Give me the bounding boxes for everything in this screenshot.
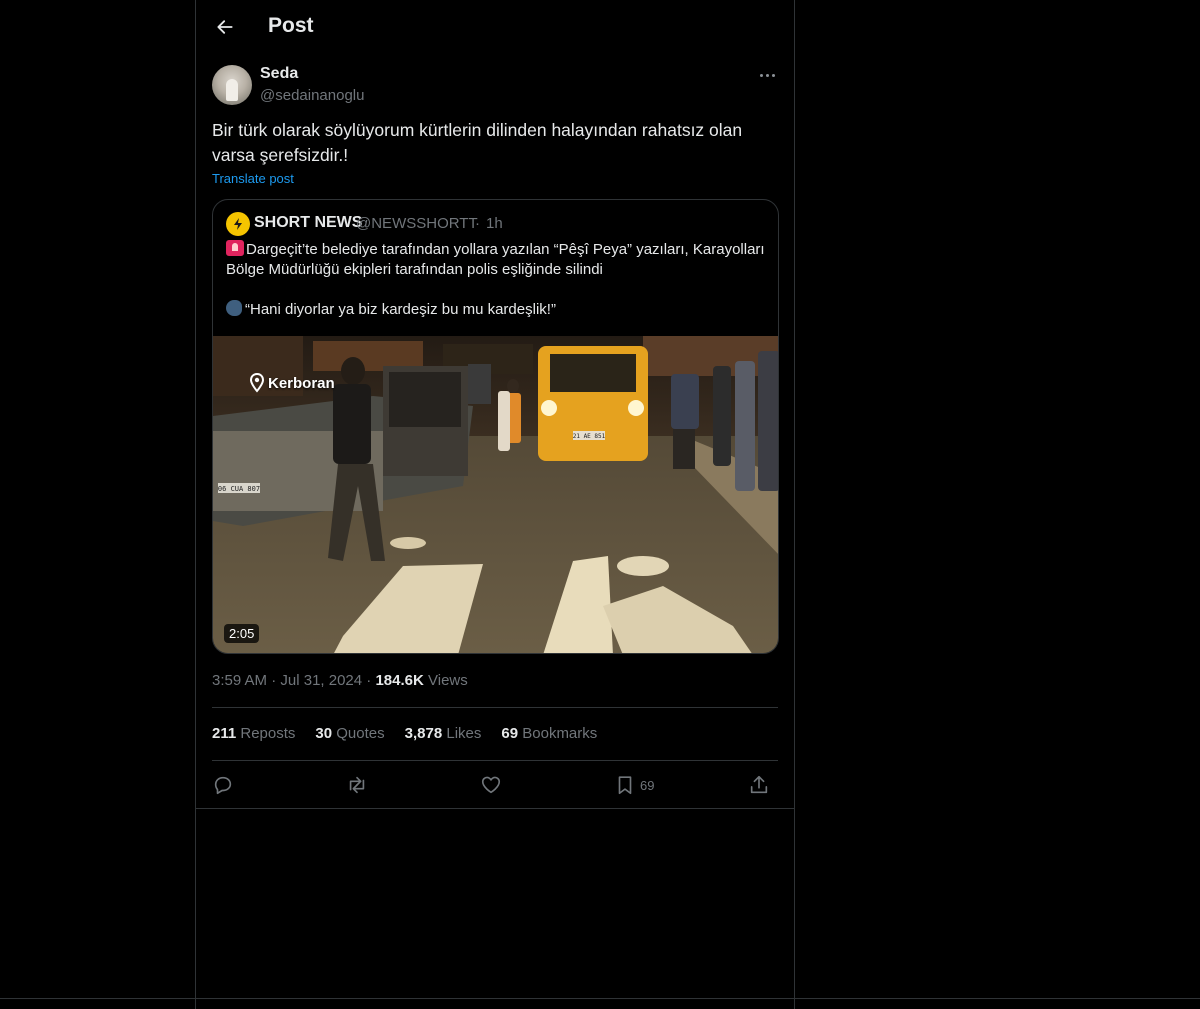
bookmarks-stat[interactable]: 69 Bookmarks	[501, 725, 597, 742]
post-text: Bir türk olarak söylüyorum kürtlerin dil…	[212, 120, 743, 165]
post-column: Post Seda @sedainanoglu Bir türk olarak …	[195, 0, 795, 1009]
quoted-post-time: 1h	[486, 215, 503, 232]
author-handle[interactable]: @sedainanoglu	[260, 87, 364, 104]
reply-button[interactable]	[212, 770, 234, 800]
quoted-post-text-2: “Hani diyorlar ya biz kardeşiz bu mu kar…	[226, 300, 556, 320]
quoted-author-name[interactable]: SHORT NEWS	[254, 214, 362, 232]
page-title: Post	[268, 14, 314, 37]
video-watermark: Kerboran	[249, 373, 335, 393]
engagement-stats: 211 Reposts 30 Quotes 3,878 Likes 69 Boo…	[212, 725, 597, 742]
repost-icon	[349, 776, 365, 794]
views-count: 184.6K	[375, 672, 424, 689]
post-meta: 3:59 AM · Jul 31, 2024 · 184.6K Views	[212, 672, 468, 689]
page-bottom-divider	[0, 998, 1200, 999]
quoted-post-text-1: Dargeçit’te belediye tarafından yollara …	[226, 240, 766, 280]
divider	[212, 760, 778, 761]
lightning-logo-icon	[234, 218, 242, 230]
quoted-text-line2: “Hani diyorlar ya biz kardeşiz bu mu kar…	[245, 301, 556, 318]
video-player[interactable]: 06 CUA 807 21 AE 851 Kerboran 2:05	[213, 336, 778, 653]
like-icon	[481, 776, 501, 794]
quotes-stat[interactable]: 30 Quotes	[315, 725, 384, 742]
bookmarks-count: 69	[501, 725, 519, 742]
bookmark-count: 69	[640, 777, 655, 793]
bookmark-icon	[618, 776, 632, 795]
views-label: Views	[428, 672, 468, 689]
back-button[interactable]	[210, 12, 240, 42]
repost-button[interactable]	[346, 770, 368, 800]
divider	[212, 707, 778, 708]
separator-dot: ·	[475, 215, 480, 232]
back-arrow-icon	[217, 20, 233, 34]
separator-dot: ·	[271, 672, 281, 689]
video-duration: 2:05	[224, 624, 260, 643]
post-time[interactable]: 3:59 AM	[212, 672, 267, 689]
like-button[interactable]	[480, 770, 502, 800]
likes-stat[interactable]: 3,878 Likes	[405, 725, 482, 742]
likes-count: 3,878	[404, 725, 443, 742]
more-options-button[interactable]	[756, 66, 778, 84]
more-dot-icon	[765, 73, 769, 77]
speaking-head-emoji-icon	[226, 300, 242, 316]
share-button[interactable]	[748, 770, 770, 800]
author-name[interactable]: Seda	[260, 65, 298, 83]
quotes-label: Quotes	[336, 725, 385, 742]
more-dot-icon	[771, 73, 775, 77]
plate-right-text: 21 AE 851	[573, 433, 606, 440]
translate-post-link[interactable]: Translate post	[212, 171, 294, 186]
quoted-post-card[interactable]: SHORT NEWS @NEWSSHORTT · 1h Dargeçit’te …	[212, 199, 779, 654]
action-bar: 69	[212, 770, 778, 800]
likes-label: Likes	[446, 725, 482, 742]
reposts-count: 211	[212, 725, 237, 742]
quoted-author-avatar[interactable]	[226, 212, 250, 236]
post-date[interactable]: Jul 31, 2024	[280, 672, 362, 689]
plate-left-text: 06 CUA 807	[218, 485, 260, 493]
reposts-label: Reposts	[240, 725, 296, 742]
quoted-text-line1: Dargeçit’te belediye tarafından yollara …	[226, 241, 765, 278]
author-avatar[interactable]	[212, 65, 252, 105]
post-bottom-border	[196, 808, 794, 809]
more-dot-icon	[759, 73, 763, 77]
siren-emoji-icon	[226, 240, 244, 256]
quotes-count: 30	[315, 725, 333, 742]
watermark-text: Kerboran	[268, 374, 335, 392]
reply-icon	[214, 776, 232, 795]
bookmark-button[interactable]: 69	[614, 770, 654, 800]
bookmarks-label: Bookmarks	[522, 725, 598, 742]
quoted-author-handle[interactable]: @NEWSSHORTT	[356, 215, 478, 232]
reposts-stat[interactable]: 211 Reposts	[212, 725, 295, 742]
location-pin-icon	[249, 373, 265, 393]
share-icon	[750, 775, 768, 794]
post-header: Post	[196, 0, 794, 54]
